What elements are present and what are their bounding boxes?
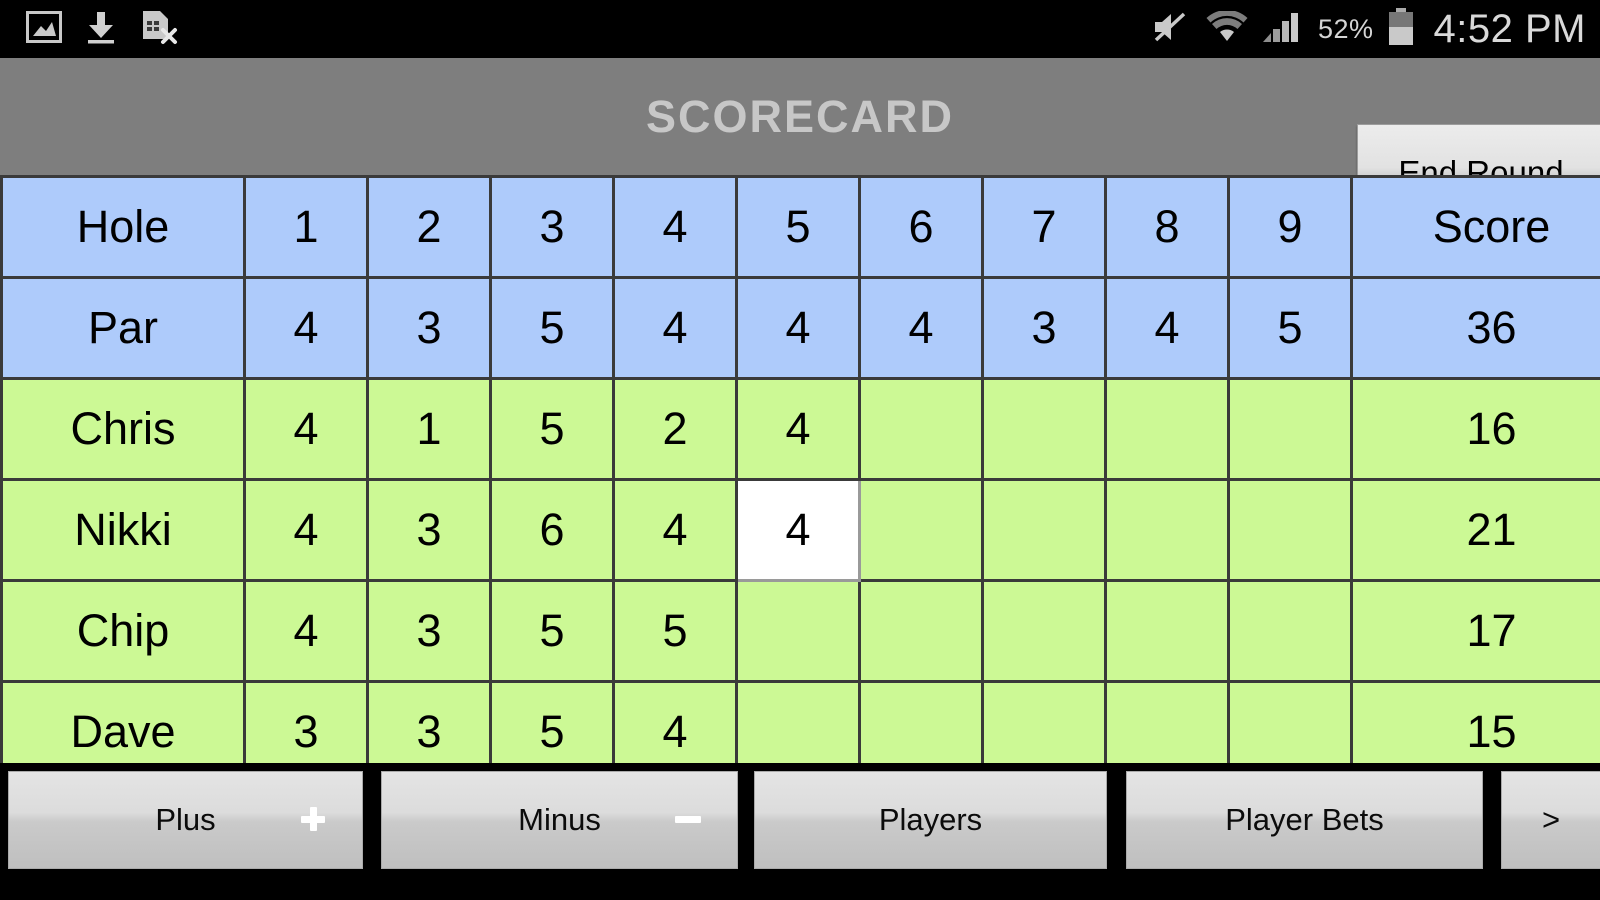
hole-number-header-3: 3 — [489, 175, 615, 279]
par-row-label: Par — [0, 276, 246, 380]
score-cell-nikki-hole-5[interactable]: 4 — [735, 478, 861, 582]
score-cell-chris-hole-9[interactable] — [1227, 377, 1353, 481]
par-row: Par 4 3 5 4 4 4 3 4 5 36 — [0, 276, 1600, 380]
score-cell-chris-hole-8[interactable] — [1104, 377, 1230, 481]
hole-number-header-2: 2 — [366, 175, 492, 279]
bottom-button-bar: Plus Minus Players Player Bets > — [0, 763, 1600, 900]
score-cell-chip-hole-7[interactable] — [981, 579, 1107, 683]
hole-number-header-4: 4 — [612, 175, 738, 279]
score-cell-chris-hole-7[interactable] — [981, 377, 1107, 481]
player-total-cell: 21 — [1350, 478, 1600, 582]
hole-header-row: Hole 1 2 3 4 5 6 7 8 9 Score — [0, 175, 1600, 279]
hole-number-header-8: 8 — [1104, 175, 1230, 279]
score-cell-chris-hole-5[interactable]: 4 — [735, 377, 861, 481]
player-name-cell[interactable]: Nikki — [0, 478, 246, 582]
par-cell-hole-9: 5 — [1227, 276, 1353, 380]
app-screen: 52% 4:52 PM SCORECARD End Round Hole 1 2 3 4… — [0, 0, 1600, 900]
hole-header-label: Hole — [0, 175, 246, 279]
score-cell-nikki-hole-8[interactable] — [1104, 478, 1230, 582]
score-cell-nikki-hole-1[interactable]: 4 — [243, 478, 369, 582]
mute-icon — [1152, 10, 1192, 49]
scorecard-table: Hole 1 2 3 4 5 6 7 8 9 Score Par 4 3 5 4 4 4 3 4 5 36 Chris 4 1 5… — [0, 175, 1600, 784]
player-name-cell[interactable]: Chris — [0, 377, 246, 481]
score-cell-nikki-hole-9[interactable] — [1227, 478, 1353, 582]
player-row: Nikki 4 3 6 4 4 21 — [0, 478, 1600, 582]
minus-button[interactable]: Minus — [381, 771, 738, 869]
hole-number-header-7: 7 — [981, 175, 1107, 279]
plus-button-label: Plus — [155, 802, 216, 837]
plus-button[interactable]: Plus — [8, 771, 363, 869]
image-icon — [26, 10, 62, 48]
player-name-cell[interactable]: Chip — [0, 579, 246, 683]
hole-number-header-1: 1 — [243, 175, 369, 279]
status-bar-notifications — [26, 9, 178, 50]
score-cell-chip-hole-2[interactable]: 3 — [366, 579, 492, 683]
score-cell-nikki-hole-2[interactable]: 3 — [366, 478, 492, 582]
player-bets-button[interactable]: Player Bets — [1126, 771, 1483, 869]
score-cell-chris-hole-3[interactable]: 5 — [489, 377, 615, 481]
score-cell-chip-hole-6[interactable] — [858, 579, 984, 683]
score-cell-chip-hole-5[interactable] — [735, 579, 861, 683]
score-cell-nikki-hole-3[interactable]: 6 — [489, 478, 615, 582]
player-row: Chip 4 3 5 5 17 — [0, 579, 1600, 683]
status-bar-system: 52% 4:52 PM — [1152, 7, 1586, 52]
score-header-label: Score — [1350, 175, 1600, 279]
plus-circle-icon — [292, 798, 336, 842]
cellular-signal-icon — [1262, 11, 1304, 48]
battery-percent-label: 52% — [1317, 13, 1374, 44]
score-cell-chris-hole-2[interactable]: 1 — [366, 377, 492, 481]
par-cell-hole-8: 4 — [1104, 276, 1230, 380]
score-cell-nikki-hole-4[interactable]: 4 — [612, 478, 738, 582]
score-cell-chris-hole-4[interactable]: 2 — [612, 377, 738, 481]
score-cell-chip-hole-3[interactable]: 5 — [489, 579, 615, 683]
action-bar: SCORECARD End Round — [0, 58, 1600, 221]
wifi-icon — [1206, 9, 1248, 48]
score-cell-chip-hole-1[interactable]: 4 — [243, 579, 369, 683]
par-cell-hole-1: 4 — [243, 276, 369, 380]
score-cell-chris-hole-6[interactable] — [858, 377, 984, 481]
clock-label: 4:52 PM — [1433, 6, 1586, 51]
hole-number-header-9: 9 — [1227, 175, 1353, 279]
overflow-next-button[interactable]: > — [1501, 771, 1600, 869]
par-cell-hole-3: 5 — [489, 276, 615, 380]
score-cell-chip-hole-8[interactable] — [1104, 579, 1230, 683]
overflow-next-label: > — [1541, 802, 1561, 837]
player-total-cell: 17 — [1350, 579, 1600, 683]
players-button[interactable]: Players — [754, 771, 1107, 869]
score-cell-chip-hole-4[interactable]: 5 — [612, 579, 738, 683]
player-bets-button-label: Player Bets — [1225, 802, 1384, 837]
minus-circle-icon — [667, 798, 711, 842]
score-cell-chip-hole-9[interactable] — [1227, 579, 1353, 683]
par-cell-hole-6: 4 — [858, 276, 984, 380]
par-cell-hole-7: 3 — [981, 276, 1107, 380]
par-cell-hole-4: 4 — [612, 276, 738, 380]
sim-card-error-icon — [140, 9, 178, 50]
player-row: Chris 4 1 5 2 4 16 — [0, 377, 1600, 481]
score-cell-chris-hole-1[interactable]: 4 — [243, 377, 369, 481]
par-total-cell: 36 — [1350, 276, 1600, 380]
score-cell-nikki-hole-6[interactable] — [858, 478, 984, 582]
hole-number-header-5: 5 — [735, 175, 861, 279]
par-cell-hole-2: 3 — [366, 276, 492, 380]
par-cell-hole-5: 4 — [735, 276, 861, 380]
download-icon — [84, 10, 118, 49]
battery-icon — [1388, 7, 1414, 51]
score-cell-nikki-hole-7[interactable] — [981, 478, 1107, 582]
player-total-cell: 16 — [1350, 377, 1600, 481]
players-button-label: Players — [878, 802, 983, 837]
hole-number-header-6: 6 — [858, 175, 984, 279]
status-bar: 52% 4:52 PM — [0, 0, 1600, 58]
minus-button-label: Minus — [518, 802, 601, 837]
